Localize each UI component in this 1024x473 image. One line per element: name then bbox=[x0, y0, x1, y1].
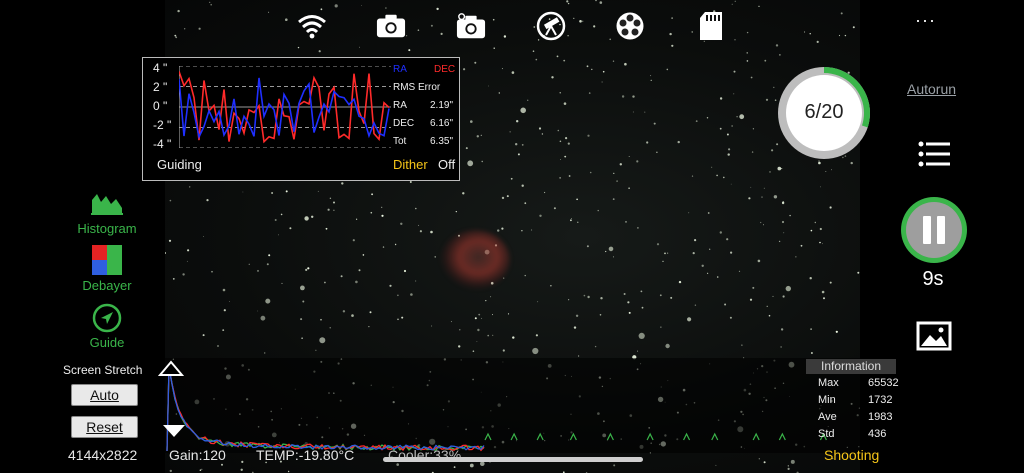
guiding-graph bbox=[179, 66, 391, 148]
debayer-icon[interactable] bbox=[92, 245, 122, 275]
nebula bbox=[440, 230, 510, 290]
stretch-low-handle[interactable] bbox=[162, 424, 186, 443]
rms-dec-value: 6.16" bbox=[430, 118, 454, 129]
info-label: Min bbox=[818, 394, 836, 406]
rms-label: RMS Error bbox=[393, 82, 441, 93]
rms-tot-value: 6.35" bbox=[430, 136, 454, 147]
sequence-progress[interactable]: 6/20 bbox=[774, 63, 874, 163]
histogram-plot bbox=[166, 367, 827, 452]
info-label: Ave bbox=[818, 411, 837, 423]
list-icon[interactable] bbox=[918, 141, 950, 172]
info-value: 436 bbox=[868, 428, 887, 440]
wifi-icon[interactable] bbox=[297, 12, 327, 40]
histogram-strip[interactable] bbox=[165, 358, 860, 453]
gain-text: Gain:120 bbox=[169, 447, 226, 463]
rms-dec-label: DEC bbox=[393, 118, 415, 129]
info-value: 1732 bbox=[868, 394, 893, 406]
stretch-high-handle[interactable] bbox=[157, 360, 185, 381]
guide-ytick: 2 " bbox=[153, 80, 168, 94]
screen-stretch-label: Screen Stretch bbox=[63, 363, 143, 377]
camera-settings-icon[interactable] bbox=[456, 12, 486, 40]
info-label: Max bbox=[818, 377, 839, 389]
autorun-link[interactable]: Autorun bbox=[907, 81, 956, 97]
legend-ra: RA bbox=[393, 64, 407, 75]
rms-ra-value: 2.19" bbox=[430, 100, 454, 111]
rms-ra-label: RA bbox=[393, 100, 407, 111]
dither-label[interactable]: Dither bbox=[393, 157, 428, 172]
guide-icon[interactable] bbox=[92, 303, 122, 338]
pause-button[interactable] bbox=[899, 195, 969, 270]
resolution-text: 4144x2822 bbox=[68, 447, 138, 463]
auto-button[interactable]: Auto bbox=[71, 384, 138, 406]
debayer-label[interactable]: Debayer bbox=[62, 278, 152, 293]
histogram-label[interactable]: Histogram bbox=[62, 221, 152, 236]
reset-button[interactable]: Reset bbox=[71, 416, 138, 438]
pause-icon bbox=[923, 216, 931, 244]
filter-wheel-icon[interactable] bbox=[615, 12, 645, 40]
info-value: 1983 bbox=[868, 411, 893, 423]
guide-ytick: -4 " bbox=[153, 137, 172, 151]
histogram-icon[interactable] bbox=[91, 190, 123, 221]
guide-ytick: 4 " bbox=[153, 61, 168, 75]
progress-text: 6/20 bbox=[804, 101, 844, 123]
information-panel: Information Max 65532 Min 1732 Ave 1983 … bbox=[806, 359, 906, 449]
guiding-title: Guiding bbox=[157, 157, 202, 172]
information-title: Information bbox=[806, 359, 896, 374]
guide-ytick: 0 " bbox=[153, 99, 168, 113]
camera-icon[interactable] bbox=[376, 12, 406, 40]
shooting-status: Shooting bbox=[824, 447, 880, 463]
info-label: Std bbox=[818, 428, 835, 440]
guiding-panel[interactable]: 4 " 2 " 0 " -2 " -4 " RA DEC RMS Error R… bbox=[142, 57, 460, 181]
temperature-text: TEMP:-19.80°C bbox=[256, 447, 355, 463]
rms-tot-label: Tot bbox=[393, 136, 407, 147]
dither-state[interactable]: Off bbox=[438, 157, 455, 172]
legend-dec: DEC bbox=[434, 64, 456, 75]
home-indicator[interactable] bbox=[383, 457, 643, 462]
guide-ytick: -2 " bbox=[153, 118, 172, 132]
info-value: 65532 bbox=[868, 377, 899, 389]
telescope-icon[interactable] bbox=[536, 11, 566, 41]
image-gallery-icon[interactable] bbox=[916, 321, 952, 356]
sd-card-icon[interactable] bbox=[696, 12, 726, 40]
guide-label[interactable]: Guide bbox=[62, 335, 152, 350]
countdown-text: 9s bbox=[922, 268, 944, 290]
more-menu-icon[interactable]: ··· bbox=[915, 10, 936, 31]
